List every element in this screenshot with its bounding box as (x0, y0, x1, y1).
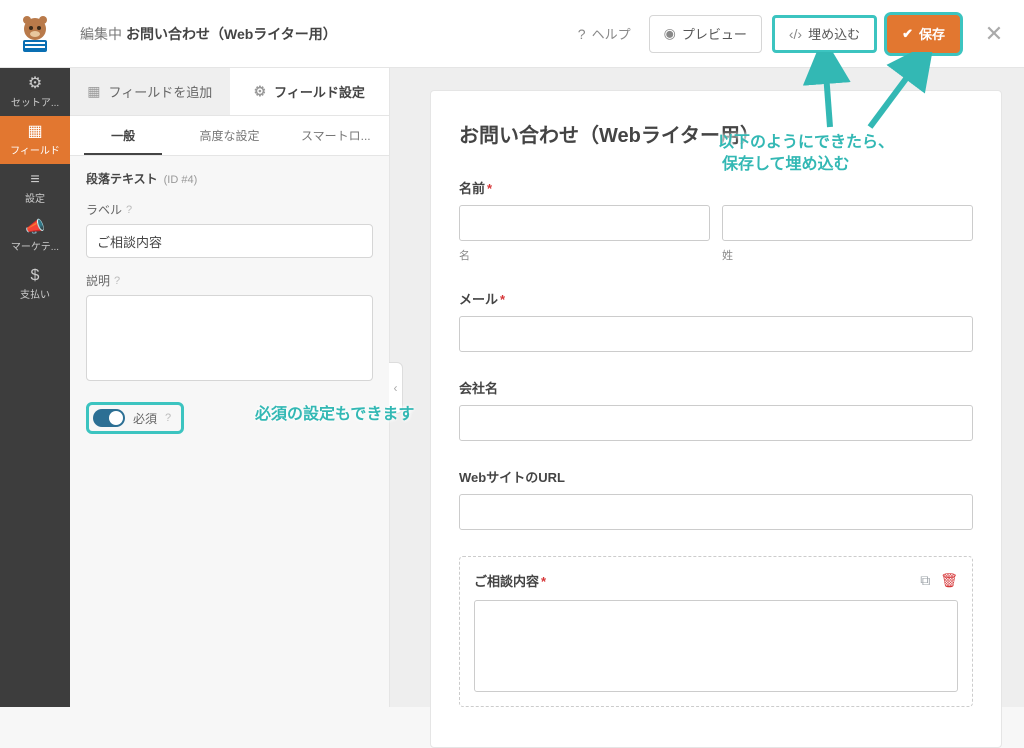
preview-button[interactable]: ◉ プレビュー (649, 15, 762, 53)
rail-label: 支払い (20, 286, 50, 301)
sub-tabs: 一般 高度な設定 スマートロ... (70, 116, 389, 156)
required-caption: 必須 (133, 410, 157, 427)
preview-field-mail[interactable]: メール* (459, 289, 973, 352)
subtab-smart[interactable]: スマートロ... (283, 116, 389, 155)
required-asterisk: * (541, 574, 546, 589)
embed-button[interactable]: ‹/› 埋め込む (772, 15, 877, 53)
delete-icon[interactable]: 🗑 (940, 572, 958, 589)
preview-label-mail: メール* (459, 289, 973, 308)
save-label: 保存 (919, 24, 945, 43)
chevron-left-icon: ‹ (394, 381, 398, 395)
help-icon: ? (578, 26, 586, 42)
close-button[interactable]: ✕ (976, 21, 1012, 47)
help-icon[interactable]: ? (126, 204, 132, 216)
grid-icon: ▦ (87, 83, 100, 100)
field-id-label: (ID #4) (164, 174, 198, 186)
label-input[interactable] (86, 224, 373, 258)
preview-field-company[interactable]: 会社名 (459, 378, 973, 441)
rail-item-settings[interactable]: ≡ 設定 (0, 164, 70, 212)
first-name-sublabel: 名 (459, 247, 710, 263)
required-row: 必須 ? (86, 402, 184, 434)
required-asterisk: * (500, 292, 505, 307)
mail-input[interactable] (459, 316, 973, 352)
preview-field-url[interactable]: WebサイトのURL (459, 467, 973, 530)
help-icon[interactable]: ? (114, 275, 120, 287)
preview-label-url: WebサイトのURL (459, 467, 973, 486)
eye-icon: ◉ (664, 25, 676, 42)
app-logo (0, 0, 70, 68)
description-input[interactable] (86, 295, 373, 381)
label-caption-row: ラベル ? (86, 201, 373, 218)
gear-icon: ⚙ (28, 76, 42, 92)
help-button[interactable]: ? ヘルプ (570, 15, 639, 53)
tab-add-field[interactable]: ▦ フィールドを追加 (70, 68, 230, 115)
preview-field-name[interactable]: 名前* 名 姓 (459, 178, 973, 263)
panel-body: 段落テキスト (ID #4) ラベル ? 説明 ? 必須 ? (70, 156, 389, 448)
close-icon: ✕ (985, 21, 1003, 46)
panel-field-heading: 段落テキスト (ID #4) (86, 170, 373, 187)
field-panel: ▦ フィールドを追加 ⚙ フィールド設定 一般 高度な設定 スマートロ... 段… (70, 68, 390, 707)
panel-tabs: ▦ フィールドを追加 ⚙ フィールド設定 (70, 68, 389, 116)
preview-title: お問い合わせ（Webライター用） (459, 119, 973, 148)
tab-options-label: フィールド設定 (274, 82, 365, 101)
panel-collapse-handle[interactable]: ‹ (389, 362, 403, 414)
topbar: 編集中 お問い合わせ（Webライター用） ? ヘルプ ◉ プレビュー ‹/› 埋… (0, 0, 1024, 68)
embed-label: 埋め込む (808, 24, 860, 43)
last-name-input[interactable] (722, 205, 973, 241)
preview-label-name: 名前* (459, 178, 973, 197)
preview-shell: ‹ お問い合わせ（Webライター用） 名前* 名 姓 メール* (390, 68, 1024, 707)
preview-label-body: ご相談内容* (474, 571, 546, 590)
tab-add-label: フィールドを追加 (108, 82, 212, 101)
subtab-general[interactable]: 一般 (70, 116, 176, 155)
first-name-input[interactable] (459, 205, 710, 241)
editing-label: 編集中 (80, 24, 122, 44)
rail-label: マーケテ... (11, 238, 59, 253)
subtab-advanced[interactable]: 高度な設定 (176, 116, 282, 155)
form-name: お問い合わせ（Webライター用） (126, 24, 337, 44)
rail-item-payments[interactable]: $ 支払い (0, 260, 70, 308)
fields-icon: ▦ (27, 124, 42, 140)
dollar-icon: $ (31, 268, 40, 284)
preview-field-body-selected[interactable]: ご相談内容* ⧉ 🗑 (459, 556, 973, 707)
required-asterisk: * (487, 181, 492, 196)
url-input[interactable] (459, 494, 973, 530)
company-input[interactable] (459, 405, 973, 441)
rail-label: 設定 (25, 190, 45, 205)
help-icon[interactable]: ? (165, 412, 171, 424)
description-caption-row: 説明 ? (86, 272, 373, 289)
rail-label: フィールド (10, 142, 60, 157)
label-caption: ラベル (86, 201, 122, 218)
rail-item-fields[interactable]: ▦ フィールド (0, 116, 70, 164)
rail-item-marketing[interactable]: 📣 マーケテ... (0, 212, 70, 260)
body-textarea[interactable] (474, 600, 958, 692)
description-caption: 説明 (86, 272, 110, 289)
tab-field-options[interactable]: ⚙ フィールド設定 (230, 68, 390, 115)
form-title-wrap: 編集中 お問い合わせ（Webライター用） (80, 24, 337, 44)
rail-item-setup[interactable]: ⚙ セットア... (0, 68, 70, 116)
form-preview: お問い合わせ（Webライター用） 名前* 名 姓 メール* (430, 90, 1002, 748)
check-icon: ✔ (902, 26, 913, 42)
sliders-icon: ≡ (30, 172, 39, 188)
code-icon: ‹/› (789, 26, 802, 42)
help-label: ヘルプ (592, 24, 631, 43)
left-rail: ⚙ セットア... ▦ フィールド ≡ 設定 📣 マーケテ... $ 支払い (0, 68, 70, 707)
megaphone-icon: 📣 (25, 220, 45, 236)
save-button[interactable]: ✔ 保存 (887, 15, 960, 53)
preview-label: プレビュー (682, 24, 747, 43)
duplicate-icon[interactable]: ⧉ (920, 572, 930, 589)
sliders-icon: ⚙ (254, 83, 267, 100)
field-action-icons: ⧉ 🗑 (920, 572, 958, 589)
required-toggle[interactable] (93, 409, 125, 427)
preview-label-company: 会社名 (459, 378, 973, 397)
field-type-label: 段落テキスト (86, 170, 158, 187)
rail-label: セットア... (11, 94, 59, 109)
last-name-sublabel: 姓 (722, 247, 973, 263)
